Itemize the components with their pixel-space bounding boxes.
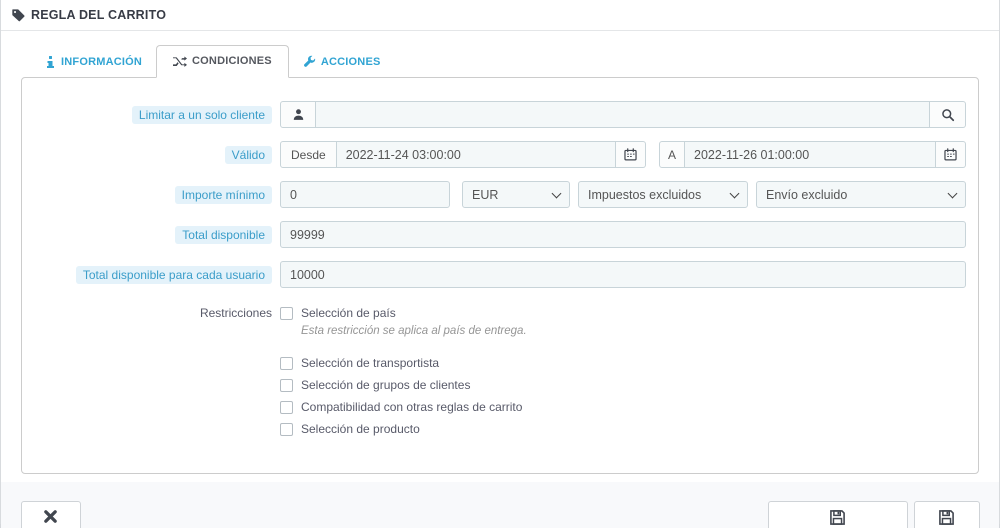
user-icon: [280, 101, 316, 128]
row-min-amount: Importe mínimo EUR Impuestos excluidos E…: [22, 181, 966, 208]
save-button[interactable]: Guardar: [913, 501, 980, 528]
product-label: Selección de producto: [301, 422, 420, 436]
shipping-select[interactable]: Envío excluido: [756, 181, 966, 208]
row-total-available: Total disponible: [22, 221, 966, 248]
save-button-group: Guardar y permanecer Guardar: [768, 501, 980, 528]
cart-rule-panel: REGLA DEL CARRITO INFORMACIÓN CONDICIONE…: [0, 0, 1000, 528]
country-help-text: Esta restricción se aplica al país de en…: [301, 325, 527, 337]
valid-to-group: A: [659, 141, 966, 168]
compatibility-checkbox[interactable]: [280, 400, 293, 414]
panel-header: REGLA DEL CARRITO: [1, 0, 999, 31]
tab-bar: INFORMACIÓN CONDICIONES ACCIONES: [1, 31, 999, 78]
customer-search-group: [280, 101, 966, 128]
tab-label: CONDICIONES: [192, 55, 272, 67]
shipping-select-wrap: Envío excluido: [756, 181, 966, 208]
calendar-icon[interactable]: [936, 141, 966, 168]
carrier-label: Selección de transportista: [301, 356, 440, 370]
search-icon: [941, 108, 955, 122]
valid-to-addon: A: [659, 141, 686, 168]
page-title: REGLA DEL CARRITO: [31, 8, 167, 22]
restriction-carrier[interactable]: Selección de transportista: [280, 356, 966, 370]
min-amount-input[interactable]: [280, 181, 450, 208]
valid-to-input[interactable]: [685, 141, 936, 168]
valid-from-addon: Desde: [280, 141, 337, 168]
tag-icon: [11, 8, 25, 22]
restriction-list: Selección de transportista Selección de …: [280, 356, 966, 436]
cancel-button[interactable]: Cancel: [21, 501, 81, 528]
row-valid: Válido Desde A: [22, 141, 966, 168]
valid-from-group: Desde: [280, 141, 646, 168]
valid-from-input[interactable]: [336, 141, 616, 168]
search-button[interactable]: [930, 101, 966, 128]
restriction-country[interactable]: Selección de país: [280, 306, 966, 320]
wrench-icon: [303, 55, 316, 68]
total-available-input[interactable]: [280, 221, 966, 248]
shuffle-icon: [173, 55, 188, 67]
customer-groups-label: Selección de grupos de clientes: [301, 378, 471, 392]
save-icon: [829, 509, 846, 526]
tax-select[interactable]: Impuestos excluidos: [578, 181, 748, 208]
calendar-icon[interactable]: [616, 141, 646, 168]
tab-condiciones[interactable]: CONDICIONES: [156, 45, 289, 78]
valid-label: Válido: [224, 146, 272, 164]
customer-groups-checkbox[interactable]: [280, 378, 293, 392]
row-restrictions: Restricciones Selección de país Esta res…: [22, 306, 966, 436]
customer-search-input[interactable]: [316, 101, 930, 128]
restriction-customer-groups[interactable]: Selección de grupos de clientes: [280, 378, 966, 392]
tax-select-wrap: Impuestos excluidos: [578, 181, 748, 208]
close-icon: [43, 509, 58, 524]
currency-select[interactable]: EUR: [462, 181, 570, 208]
tab-acciones[interactable]: ACCIONES: [289, 47, 395, 77]
carrier-checkbox[interactable]: [280, 356, 293, 370]
tab-label: ACCIONES: [320, 55, 381, 68]
row-total-per-user: Total disponible para cada usuario: [22, 261, 966, 288]
total-per-user-input[interactable]: [280, 261, 966, 288]
restriction-product[interactable]: Selección de producto: [280, 422, 966, 436]
conditions-form: Limitar a un solo cliente Válido Desde 2…: [21, 77, 979, 474]
total-per-user-label: Total disponible para cada usuario: [75, 266, 272, 284]
currency-select-wrap: EUR: [462, 181, 570, 208]
country-label: Selección de país: [301, 306, 396, 320]
save-and-stay-button[interactable]: Guardar y permanecer: [768, 501, 908, 528]
row-limit-customer: Limitar a un solo cliente: [22, 101, 966, 128]
restrictions-label: Restricciones: [199, 306, 272, 320]
product-checkbox[interactable]: [280, 422, 293, 436]
limit-customer-label: Limitar a un solo cliente: [131, 106, 272, 124]
panel-footer: Cancel Guardar y permanecer Guardar: [1, 482, 999, 528]
tab-label: INFORMACIÓN: [61, 56, 143, 68]
min-amount-label: Importe mínimo: [174, 186, 272, 204]
compatibility-label: Compatibilidad con otras reglas de carri…: [301, 400, 523, 414]
restriction-compatibility[interactable]: Compatibilidad con otras reglas de carri…: [280, 400, 966, 414]
total-available-label: Total disponible: [175, 226, 272, 244]
country-checkbox[interactable]: [280, 306, 293, 320]
tab-informacion[interactable]: INFORMACIÓN: [31, 48, 156, 77]
info-icon: [45, 56, 56, 68]
save-icon: [938, 509, 955, 526]
